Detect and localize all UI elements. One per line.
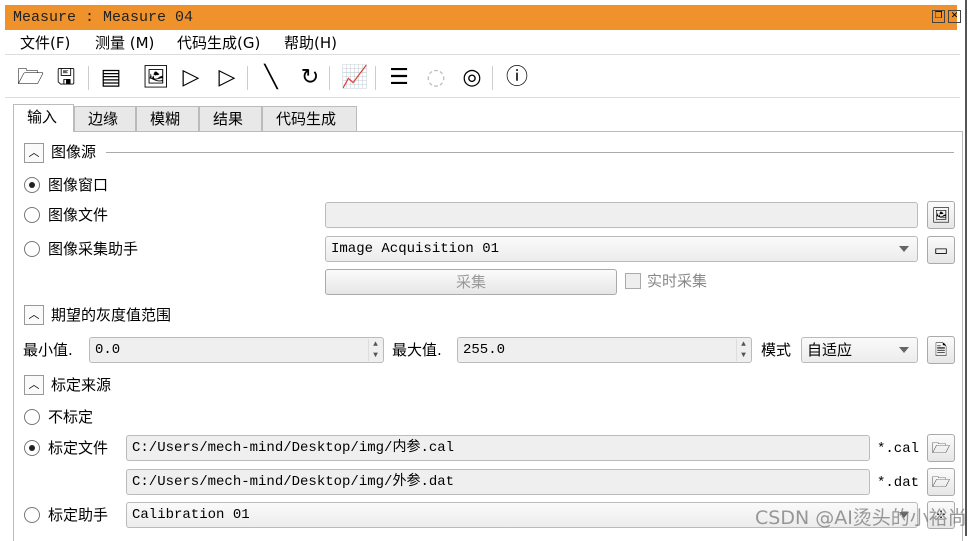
menu-file[interactable]: 文件(F) bbox=[20, 32, 70, 54]
internal-params-input[interactable]: C:/Users/mech-mind/Desktop/img/内参.cal bbox=[126, 435, 870, 461]
tab-results[interactable]: 结果 bbox=[199, 106, 262, 132]
open-image-file-button[interactable]: 🖼 bbox=[927, 201, 955, 229]
open-folder-icon: 🗁 bbox=[931, 439, 951, 457]
tab-blur[interactable]: 模糊 bbox=[136, 106, 199, 132]
live-label: 实时采集 bbox=[647, 272, 708, 290]
selected-value: 自适应 bbox=[807, 341, 853, 359]
open-folder-icon: 🗁 bbox=[931, 473, 951, 491]
open-image-icon[interactable]: 🖼 bbox=[142, 64, 170, 92]
list-icon[interactable]: ☰ bbox=[386, 64, 412, 92]
collapse-image-source-button[interactable]: ︿ bbox=[24, 143, 44, 163]
image-file-input[interactable] bbox=[325, 202, 918, 228]
tab-edges[interactable]: 边缘 bbox=[74, 106, 136, 132]
calibration-header: 标定来源 bbox=[51, 376, 112, 394]
open-external-params-button[interactable]: 🗁 bbox=[927, 468, 955, 496]
max-value-spinbox[interactable]: 255.0 ▲ ▼ bbox=[457, 337, 752, 363]
max-label: 最大值. bbox=[392, 341, 442, 359]
radio-no-calibration[interactable] bbox=[24, 409, 40, 425]
max-value: 255.0 bbox=[463, 342, 506, 358]
radio-image-window[interactable] bbox=[24, 177, 40, 193]
acquire-button[interactable]: 采集 bbox=[325, 269, 617, 295]
save-icon[interactable]: 🖫 bbox=[53, 64, 79, 92]
radio-acquisition-assistant[interactable] bbox=[24, 241, 40, 257]
menu-measure[interactable]: 测量 (M) bbox=[95, 32, 154, 54]
collapse-gray-range-button[interactable]: ︿ bbox=[24, 305, 44, 325]
selected-value: Image Acquisition 01 bbox=[331, 241, 500, 257]
play-acquisition-icon[interactable]: ▷ bbox=[178, 64, 204, 92]
radio-label: 图像文件 bbox=[48, 206, 109, 224]
tab-codegen[interactable]: 代码生成 bbox=[262, 106, 357, 132]
window-border bbox=[965, 0, 967, 536]
radio-calibration-file[interactable] bbox=[24, 440, 40, 456]
live-checkbox[interactable] bbox=[625, 273, 641, 289]
chevron-down-icon bbox=[899, 347, 909, 353]
circle-delete-disabled-icon: ◌ bbox=[426, 65, 446, 90]
menu-codegen[interactable]: 代码生成(G) bbox=[177, 32, 260, 54]
menu-help[interactable]: 帮助(H) bbox=[284, 32, 337, 54]
acquisition-select[interactable]: Image Acquisition 01 bbox=[325, 236, 918, 262]
radio-image-file[interactable] bbox=[24, 207, 40, 223]
camera-button[interactable]: ▭ bbox=[927, 236, 955, 264]
chevron-down-icon bbox=[899, 246, 909, 252]
arc-icon[interactable]: ↻ bbox=[297, 64, 323, 92]
radio-label: 图像采集助手 bbox=[48, 240, 139, 258]
image-source-header: 图像源 bbox=[51, 143, 97, 161]
spin-arrows-icon[interactable]: ▲ ▼ bbox=[368, 339, 382, 361]
camera-play-icon[interactable]: ▷ bbox=[214, 64, 240, 92]
radio-calibration-assistant[interactable] bbox=[24, 507, 40, 523]
circle-delete-icon[interactable]: ◎ bbox=[459, 64, 485, 92]
document-arrow-icon: 🗎 bbox=[934, 341, 948, 359]
watermark: CSDN @AI烫头的小裕尚 bbox=[755, 507, 967, 529]
close-icon[interactable]: ✕ bbox=[948, 10, 961, 23]
camera-icon: ▭ bbox=[933, 241, 949, 259]
external-ext-label: *.dat bbox=[877, 475, 920, 491]
mode-label: 模式 bbox=[761, 341, 792, 359]
window-title: Measure : Measure 04 bbox=[5, 5, 957, 30]
line-icon[interactable]: ╲ bbox=[258, 64, 284, 92]
internal-ext-label: *.cal bbox=[877, 441, 920, 457]
min-value: 0.0 bbox=[95, 342, 121, 358]
radio-label: 标定助手 bbox=[48, 506, 109, 524]
radio-label: 标定文件 bbox=[48, 439, 109, 457]
min-value-spinbox[interactable]: 0.0 ▲ ▼ bbox=[89, 337, 384, 363]
mode-select[interactable]: 自适应 bbox=[801, 337, 918, 363]
open-folder-icon[interactable]: 🗁 bbox=[17, 64, 44, 92]
selected-value: Calibration 01 bbox=[132, 507, 250, 523]
radio-label: 图像窗口 bbox=[48, 176, 109, 194]
restore-icon[interactable]: ❐ bbox=[932, 10, 945, 23]
collapse-calibration-button[interactable]: ︿ bbox=[24, 375, 44, 395]
tab-input[interactable]: 输入 bbox=[13, 104, 74, 132]
external-params-input[interactable]: C:/Users/mech-mind/Desktop/img/外参.dat bbox=[126, 469, 870, 495]
gray-range-header: 期望的灰度值范围 bbox=[51, 306, 172, 324]
parameters-icon[interactable]: ▤ bbox=[98, 64, 124, 92]
spin-arrows-icon[interactable]: ▲ ▼ bbox=[736, 339, 750, 361]
open-internal-params-button[interactable]: 🗁 bbox=[927, 434, 955, 462]
help-icon[interactable]: ⓘ bbox=[504, 64, 530, 92]
reset-mode-button[interactable]: 🗎 bbox=[927, 336, 955, 364]
open-image-icon: 🖼 bbox=[931, 206, 951, 224]
radio-label: 不标定 bbox=[48, 408, 94, 426]
min-label: 最小值. bbox=[23, 341, 73, 359]
chart-icon[interactable]: 📈 bbox=[341, 64, 368, 92]
